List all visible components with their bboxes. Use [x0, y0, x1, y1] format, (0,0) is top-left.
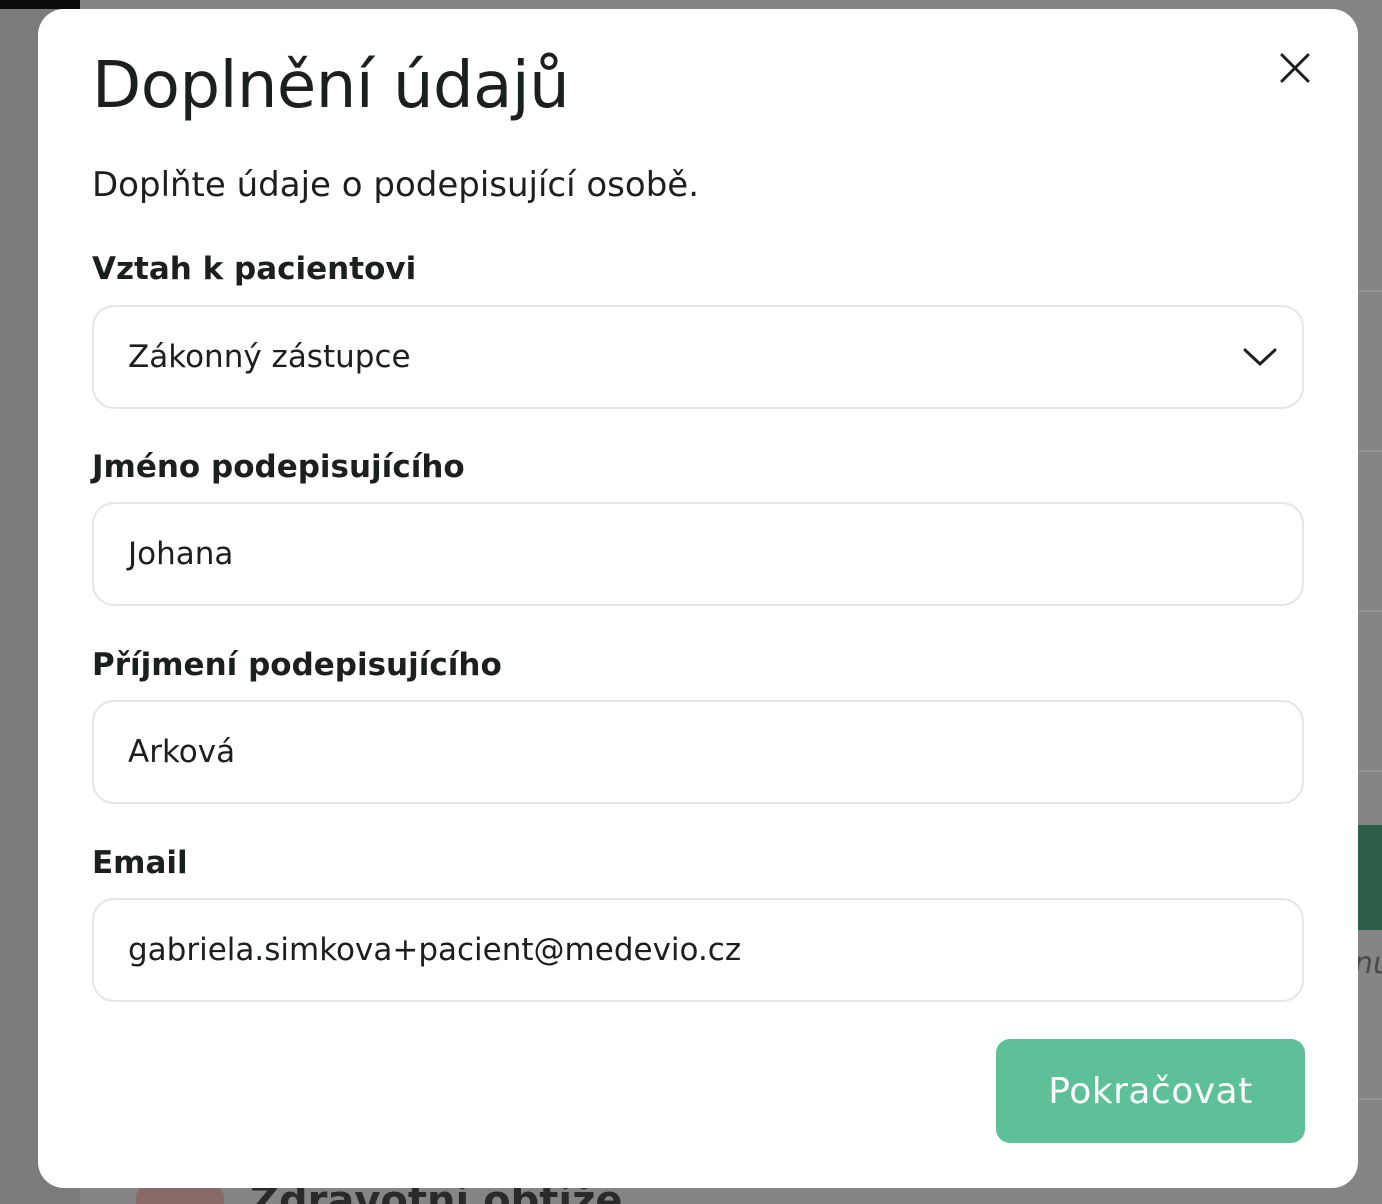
background-divider — [1358, 450, 1382, 452]
dialog-subtitle: Doplňte údaje o podepisující osobě. — [92, 165, 700, 205]
background-divider — [1358, 290, 1382, 292]
chevron-down-icon — [1243, 348, 1277, 366]
background-partial-text: nu — [1354, 946, 1382, 981]
last-name-field[interactable]: Arková — [92, 700, 1304, 804]
first-name-label: Jméno podepisujícího — [92, 449, 465, 485]
relationship-selected-value: Zákonný zástupce — [128, 339, 411, 375]
email-value: gabriela.simkova+pacient@medevio.cz — [128, 932, 742, 968]
background-divider — [1358, 610, 1382, 612]
relationship-select[interactable]: Zákonný zástupce — [92, 305, 1304, 409]
close-icon — [1280, 53, 1310, 83]
email-label: Email — [92, 845, 188, 881]
relationship-label: Vztah k pacientovi — [92, 251, 417, 287]
last-name-label: Příjmení podepisujícího — [92, 647, 502, 683]
first-name-value: Johana — [128, 536, 234, 572]
first-name-field[interactable]: Johana — [92, 502, 1304, 606]
background-divider — [1358, 1098, 1382, 1100]
background-divider — [1358, 770, 1382, 772]
background-green-button — [1358, 825, 1382, 930]
dialog-title: Doplnění údajů — [92, 49, 570, 123]
close-button[interactable] — [1272, 45, 1318, 91]
email-field[interactable]: gabriela.simkova+pacient@medevio.cz — [92, 898, 1304, 1002]
signer-details-dialog: Doplnění údajů Doplňte údaje o podepisuj… — [38, 9, 1358, 1188]
continue-button[interactable]: Pokračovat — [996, 1039, 1305, 1143]
last-name-value: Arková — [128, 734, 236, 770]
